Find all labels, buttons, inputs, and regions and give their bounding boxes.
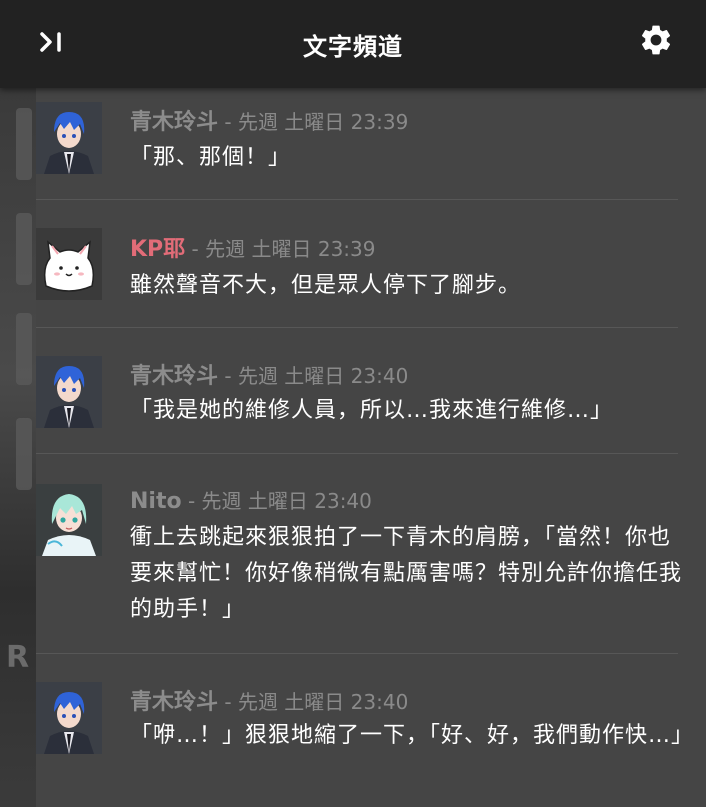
message-list[interactable]: 青木玲斗 - 先週 土曜日 23:39 「那、那個！」 KP耶 - 先週 土曜日… [36,88,706,807]
message-separator: - [185,237,206,261]
avatar[interactable] [36,682,102,754]
blue-hair-boy-avatar-icon [36,102,102,174]
collapse-arrow-icon [40,32,61,52]
message-divider [36,327,678,328]
message-separator: - [218,110,238,134]
collapse-sidebar-button[interactable] [36,26,68,58]
background-tab [16,213,32,285]
channel-header: 文字頻道 [0,0,706,88]
background-blur-strip [0,88,36,807]
message-divider [36,199,678,200]
background-letter: R [6,640,30,675]
message-text: 衝上去跳起來狠狠拍了一下青木的肩膀，「當然！你也要來幫忙！你好像稍微有點厲害嗎？… [130,525,683,622]
avatar[interactable] [36,356,102,428]
avatar[interactable] [36,484,102,556]
message-author[interactable]: Nito [130,489,182,514]
message-timestamp: 先週 土曜日 23:40 [237,364,409,388]
message-author[interactable]: 青木玲斗 [130,690,218,715]
settings-button[interactable] [638,22,674,58]
white-cat-avatar-icon [36,228,102,300]
message-separator: - [218,690,238,714]
message-text: 「那、那個！」 [130,145,292,170]
message-separator: - [218,364,238,388]
message-text: 雖然聲音不大，但是眾人停下了腳步。 [130,273,522,298]
message-divider [36,653,678,654]
background-tab [16,108,32,180]
background-tab [16,313,32,385]
mint-hair-girl-avatar-icon [36,484,102,556]
message-timestamp: 先週 土曜日 23:40 [201,489,372,513]
message-timestamp: 先週 土曜日 23:39 [237,110,409,134]
background-tab [16,418,32,490]
message-timestamp: 先週 土曜日 23:39 [205,237,376,261]
avatar[interactable] [36,228,102,300]
blue-hair-boy-avatar-icon [36,682,102,754]
channel-title: 文字頻道 [303,32,403,61]
message-text: 「咿…！」狠狠地縮了一下，「好、好，我們動作快…」 [130,723,695,748]
message-author[interactable]: KP耶 [130,237,185,262]
message-timestamp: 先週 土曜日 23:40 [237,690,409,714]
message-author[interactable]: 青木玲斗 [130,110,218,135]
message-divider [36,453,678,454]
gear-icon [642,25,671,55]
avatar[interactable] [36,102,102,174]
message-text: 「我是她的維修人員，所以…我來進行維修…」 [130,398,614,423]
blue-hair-boy-avatar-icon [36,356,102,428]
message-separator: - [181,489,202,513]
message-author[interactable]: 青木玲斗 [130,364,218,389]
